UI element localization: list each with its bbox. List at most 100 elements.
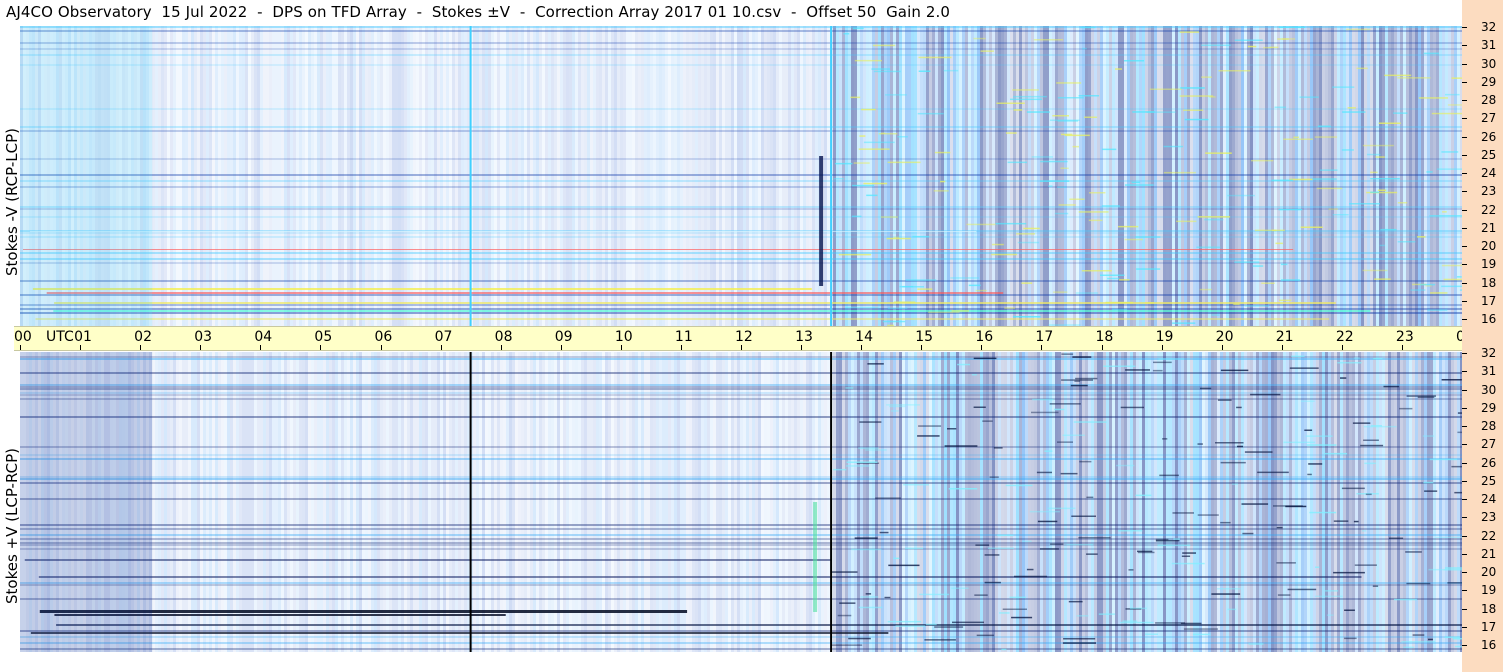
freq-tick xyxy=(1462,45,1467,46)
freq-tick xyxy=(1462,210,1467,211)
freq-tick xyxy=(1462,118,1467,119)
freq-tick xyxy=(1462,301,1467,302)
freq-tick-label: 19 xyxy=(1481,583,1497,597)
chart-title: AJ4CO Observatory 15 Jul 2022 - DPS on T… xyxy=(6,3,951,21)
freq-tick-label: 31 xyxy=(1481,38,1497,52)
freq-tick-label: 23 xyxy=(1481,184,1497,198)
freq-tick-label: 16 xyxy=(1481,312,1497,326)
freq-tick xyxy=(1462,173,1467,174)
time-tick xyxy=(380,345,382,350)
freq-tick xyxy=(1462,590,1467,591)
freq-tick-label: 26 xyxy=(1481,456,1497,470)
time-tick xyxy=(741,345,742,350)
freq-tick-label: 28 xyxy=(1481,419,1497,433)
time-tick-label: 04 xyxy=(254,329,273,345)
time-tick-label: 19 xyxy=(1155,329,1174,345)
freq-tick xyxy=(1462,319,1467,320)
freq-tick-label: 20 xyxy=(1481,565,1497,579)
time-tick xyxy=(1401,345,1403,350)
freq-tick xyxy=(1462,517,1467,518)
time-tick-label: 00 xyxy=(14,329,32,345)
freq-tick-label: 27 xyxy=(1481,111,1497,125)
time-tick-label: 12 xyxy=(735,329,753,345)
freq-tick-label: 22 xyxy=(1481,203,1497,217)
time-tick xyxy=(200,345,202,350)
time-tick xyxy=(1281,345,1283,350)
title-bar: AJ4CO Observatory 15 Jul 2022 - DPS on T… xyxy=(0,0,1462,26)
freq-tick-label: 27 xyxy=(1481,437,1497,451)
freq-tick xyxy=(1462,353,1467,354)
time-tick-label: 02 xyxy=(134,329,152,345)
top-panel-ylabel: Stokes -V (RCP-LCP) xyxy=(3,128,21,276)
time-tick xyxy=(20,345,21,350)
time-tick xyxy=(440,345,442,350)
time-tick-label: 05 xyxy=(314,329,333,345)
freq-tick xyxy=(1462,390,1467,391)
event-line xyxy=(469,352,472,652)
freq-tick xyxy=(1462,554,1467,555)
time-tick xyxy=(140,345,142,350)
time-tick xyxy=(1341,345,1343,350)
freq-tick-label: 24 xyxy=(1481,166,1497,180)
freq-tick-label: 21 xyxy=(1481,547,1497,561)
freq-tick-label: 21 xyxy=(1481,221,1497,235)
time-tick-label: 07 xyxy=(434,329,453,345)
freq-tick xyxy=(1462,264,1467,265)
freq-tick xyxy=(1462,499,1467,500)
freq-tick xyxy=(1462,609,1467,610)
time-tick-label: 18 xyxy=(1095,329,1114,345)
time-tick xyxy=(861,345,863,350)
freq-tick-label: 25 xyxy=(1481,474,1497,488)
freq-tick xyxy=(1462,27,1467,28)
freq-tick xyxy=(1462,283,1467,284)
freq-tick xyxy=(1462,645,1467,646)
freq-tick-label: 30 xyxy=(1481,383,1497,397)
freq-tick-label: 17 xyxy=(1481,294,1497,308)
freq-tick xyxy=(1462,228,1467,229)
time-tick-label: 14 xyxy=(855,329,873,345)
time-tick xyxy=(801,345,803,350)
freq-tick xyxy=(1462,371,1467,372)
time-tick xyxy=(260,345,262,350)
freq-tick-label: 29 xyxy=(1481,401,1497,415)
time-tick-label: 01 xyxy=(74,329,92,345)
time-tick xyxy=(1221,345,1223,350)
freq-tick-label: 20 xyxy=(1481,239,1497,253)
freq-tick-label: 22 xyxy=(1481,529,1497,543)
event-line xyxy=(469,26,472,326)
freq-tick xyxy=(1462,137,1467,138)
event-line xyxy=(830,26,833,326)
freq-tick-label: 29 xyxy=(1481,75,1497,89)
freq-tick xyxy=(1462,82,1467,83)
freq-tick-label: 24 xyxy=(1481,492,1497,506)
time-tick xyxy=(80,345,82,350)
freq-tick xyxy=(1462,191,1467,192)
time-tick-label: 21 xyxy=(1275,329,1294,345)
freq-tick xyxy=(1462,463,1467,464)
time-tick-label: 15 xyxy=(915,329,934,345)
freq-tick-label: 31 xyxy=(1481,364,1497,378)
freq-tick-label: 25 xyxy=(1481,148,1497,162)
time-tick xyxy=(1041,345,1043,350)
time-tick-label: 20 xyxy=(1215,329,1234,345)
freq-tick-label: 23 xyxy=(1481,510,1497,524)
time-tick-label: 10 xyxy=(614,329,633,345)
time-tick xyxy=(981,345,983,350)
freq-tick-label: 17 xyxy=(1481,620,1497,634)
freq-tick-label: 26 xyxy=(1481,130,1497,144)
time-tick xyxy=(320,345,322,350)
freq-tick xyxy=(1462,481,1467,482)
time-tick-label: 11 xyxy=(674,329,693,345)
time-tick xyxy=(921,345,923,350)
freq-tick-label: 16 xyxy=(1481,638,1497,652)
time-tick xyxy=(1101,345,1103,350)
time-tick xyxy=(1161,345,1163,350)
freq-tick xyxy=(1462,426,1467,427)
freq-tick xyxy=(1462,246,1467,247)
bottom-panel-ylabel: Stokes +V (LCP-RCP) xyxy=(3,448,21,604)
time-tick-label: 09 xyxy=(554,329,573,345)
time-tick-label: 13 xyxy=(795,329,813,345)
time-tick xyxy=(500,345,502,350)
time-tick-label: 22 xyxy=(1335,329,1354,345)
freq-tick-label: 30 xyxy=(1481,57,1497,71)
